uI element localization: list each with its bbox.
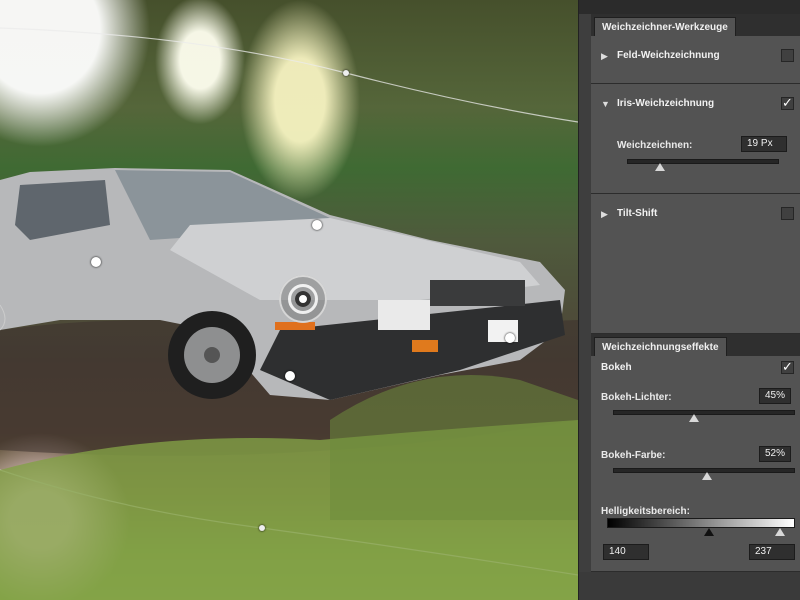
- bokeh-color-thumb[interactable]: [701, 472, 712, 480]
- tilt-shift-checkbox[interactable]: [781, 207, 794, 220]
- bokeh-checkbox[interactable]: ✓: [781, 359, 794, 374]
- brightness-high-input[interactable]: 237: [749, 544, 795, 560]
- bokeh-light-slider[interactable]: [613, 410, 795, 415]
- checkmark-icon: ✓: [782, 359, 793, 374]
- ellipse-handle-bottom[interactable]: [259, 525, 265, 531]
- section-iris-blur: ▼ Iris-Weichzeichnung ✓ Weichzeichnen: 1…: [591, 84, 800, 194]
- blur-amount-label: Weichzeichnen:: [617, 140, 693, 151]
- blur-tools-panel: Weichzeichner-Werkzeuge ▶ Feld-Weichzeic…: [578, 0, 800, 600]
- section-field-blur: ▶ Feld-Weichzeichnung: [591, 36, 800, 84]
- feather-handle-right[interactable]: [505, 333, 515, 343]
- panel-bottom-strip: [579, 572, 800, 600]
- field-blur-label[interactable]: Feld-Weichzeichnung: [617, 46, 720, 66]
- panel2-tabbar: Weichzeichnungseffekte: [591, 334, 800, 357]
- bokeh-label: Bokeh: [601, 362, 632, 373]
- bokeh-color-label: Bokeh-Farbe:: [601, 450, 666, 461]
- brightness-high-thumb[interactable]: [774, 528, 785, 536]
- brightness-range-label: Helligkeitsbereich:: [601, 506, 690, 517]
- section-blur-effects: Bokeh ✓ Bokeh-Lichter: 45% Bokeh-Farbe: …: [591, 356, 800, 572]
- triangle-down-icon[interactable]: ▼: [601, 94, 610, 114]
- image-canvas[interactable]: [0, 0, 578, 600]
- iris-blur-label[interactable]: Iris-Weichzeichnung: [617, 94, 714, 114]
- triangle-right-icon[interactable]: ▶: [601, 204, 608, 224]
- ellipse-handle-top[interactable]: [343, 70, 349, 76]
- blur-amount-input[interactable]: 19 Px: [741, 136, 787, 152]
- brightness-low-thumb[interactable]: [704, 528, 715, 536]
- iris-blur-checkbox[interactable]: ✓: [781, 95, 794, 110]
- bokeh-color-input[interactable]: 52%: [759, 446, 791, 462]
- tab-blur-effects[interactable]: Weichzeichnungseffekte: [594, 337, 727, 356]
- bokeh-light-input[interactable]: 45%: [759, 388, 791, 404]
- brightness-low-input[interactable]: 140: [603, 544, 649, 560]
- tab-blur-tools[interactable]: Weichzeichner-Werkzeuge: [594, 17, 736, 36]
- blur-pin-icon[interactable]: [279, 275, 327, 323]
- panel1-tabbar: Weichzeichner-Werkzeuge: [591, 14, 800, 37]
- bokeh-light-thumb[interactable]: [689, 414, 699, 422]
- panel-top-strip: [579, 0, 800, 14]
- feather-handle-bottom[interactable]: [285, 371, 295, 381]
- checkmark-icon: ✓: [782, 95, 793, 110]
- blur-amount-thumb[interactable]: [655, 163, 665, 171]
- section-tilt-shift: ▶ Tilt-Shift: [591, 194, 800, 334]
- feather-handle-left[interactable]: [91, 257, 101, 267]
- field-blur-checkbox[interactable]: [781, 49, 794, 62]
- bokeh-light-label: Bokeh-Lichter:: [601, 392, 672, 403]
- blur-amount-slider[interactable]: [627, 159, 779, 164]
- brightness-range-gradient[interactable]: [607, 518, 795, 528]
- tilt-shift-label[interactable]: Tilt-Shift: [617, 204, 657, 224]
- feather-handle-top[interactable]: [312, 220, 322, 230]
- triangle-right-icon[interactable]: ▶: [601, 46, 608, 66]
